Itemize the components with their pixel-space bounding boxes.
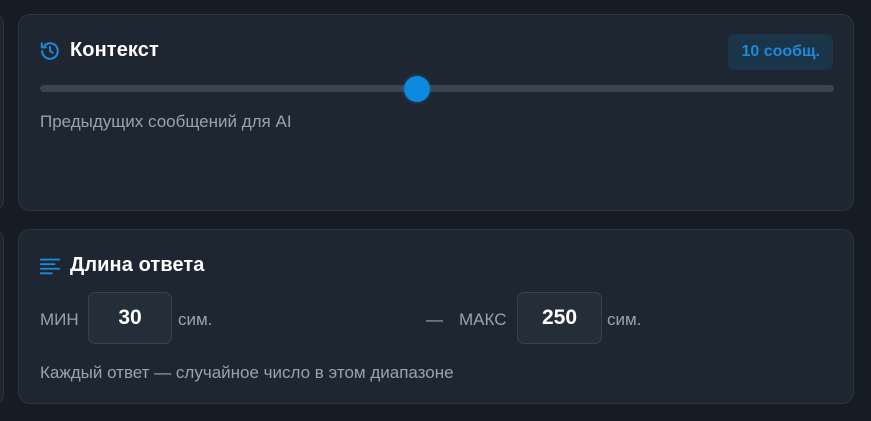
response-length-card: Длина ответа МИН 30 сим. — МАКС 250 сим.…: [18, 229, 854, 404]
min-label: МИН: [40, 310, 79, 329]
context-slider[interactable]: [40, 75, 834, 103]
context-title: Контекст: [39, 39, 159, 62]
length-title-label: Длина ответа: [70, 254, 205, 276]
max-length-input[interactable]: 250: [517, 292, 602, 344]
length-title: Длина ответа: [39, 254, 205, 277]
length-hint: Каждый ответ — случайное число в этом ди…: [40, 363, 454, 382]
align-left-icon: [39, 255, 61, 277]
min-unit-label: сим.: [178, 310, 213, 329]
context-card: Контекст 10 сообщ. Предыдущих сообщений …: [18, 14, 854, 211]
context-count-badge: 10 сообщ.: [728, 34, 833, 70]
max-unit-label: сим.: [607, 310, 642, 329]
max-label: МАКС: [459, 310, 507, 329]
history-icon: [39, 40, 61, 62]
left-card-edge: [0, 14, 4, 210]
slider-track[interactable]: [40, 85, 834, 92]
slider-thumb[interactable]: [404, 76, 431, 102]
min-length-input[interactable]: 30: [88, 292, 172, 344]
length-range-row: МИН 30 сим. — МАКС 250 сим.: [19, 292, 853, 348]
context-title-label: Контекст: [70, 39, 159, 61]
range-dash: —: [426, 310, 443, 329]
settings-panel: Контекст 10 сообщ. Предыдущих сообщений …: [0, 0, 871, 421]
context-hint: Предыдущих сообщений для AI: [40, 112, 292, 131]
left-card-edge: [0, 230, 4, 404]
